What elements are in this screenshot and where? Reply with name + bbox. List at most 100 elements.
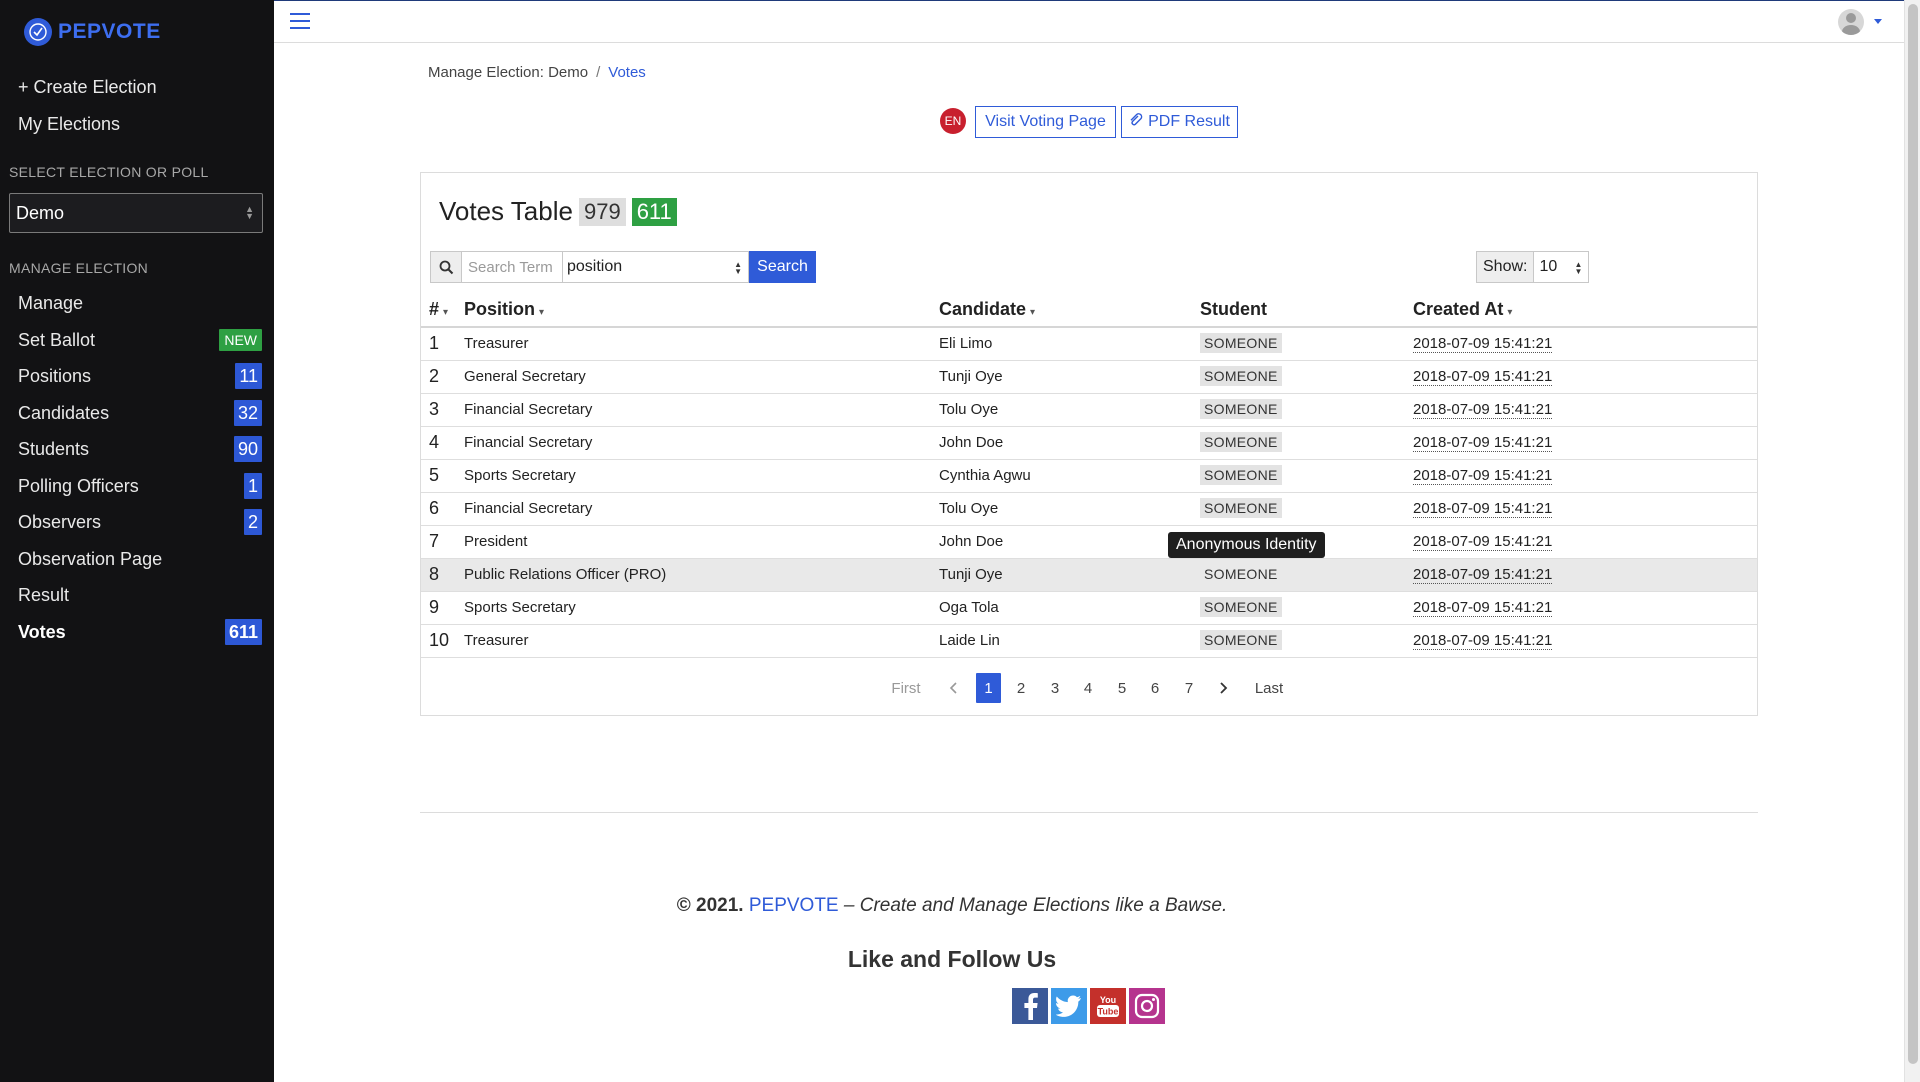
table-row: 9 Sports Secretary Oga Tola SOMEONE 2018…: [421, 591, 1757, 625]
row-created-at[interactable]: 2018-07-09 15:41:21: [1413, 632, 1553, 650]
row-number: 8: [421, 558, 464, 592]
chevron-left-icon[interactable]: [943, 673, 963, 703]
language-switcher[interactable]: EN: [940, 108, 966, 134]
row-created-at[interactable]: 2018-07-09 15:41:21: [1413, 500, 1553, 518]
student-tag[interactable]: SOMEONE: [1200, 630, 1282, 650]
election-select[interactable]: Demo ▲ ▼: [9, 193, 263, 233]
student-tag[interactable]: SOMEONE: [1200, 597, 1282, 617]
pagination-page-6[interactable]: 6: [1145, 673, 1165, 703]
social-links: You Tube: [1012, 988, 1165, 1024]
row-position: President: [464, 525, 939, 559]
table-row: 6 Financial Secretary Tolu Oye SOMEONE 2…: [421, 492, 1757, 526]
pagination-first[interactable]: First: [889, 673, 923, 703]
scrollbar-thumb[interactable]: [1908, 4, 1918, 1064]
sidebar-item-result[interactable]: Result: [0, 577, 274, 613]
pagination-last[interactable]: Last: [1253, 673, 1285, 703]
row-student-cell: SOMEONE: [1200, 624, 1413, 658]
sidebar-item-observers[interactable]: Observers 2: [0, 504, 274, 540]
row-number: 10: [421, 624, 464, 658]
youtube-icon[interactable]: You Tube: [1090, 988, 1126, 1024]
check-circle-icon: [24, 18, 52, 46]
facebook-icon[interactable]: [1012, 988, 1048, 1024]
row-position: Treasurer: [464, 327, 939, 361]
my-elections-link[interactable]: My Elections: [18, 114, 120, 135]
sidebar-item-label: Observers: [18, 511, 102, 532]
svg-text:You: You: [1100, 995, 1116, 1005]
sidebar-item-manage[interactable]: Manage: [0, 285, 274, 321]
instagram-icon[interactable]: [1129, 988, 1165, 1024]
sidebar-item-set-ballot[interactable]: Set Ballot NEW: [0, 322, 274, 358]
column-header-created-at[interactable]: Created At ▾: [1413, 293, 1757, 328]
row-created-cell: 2018-07-09 15:41:21: [1413, 558, 1757, 592]
row-student-cell: SOMEONE: [1200, 492, 1413, 526]
chevron-right-icon[interactable]: [1213, 673, 1233, 703]
column-header-number[interactable]: # ▾: [421, 293, 464, 328]
student-tag[interactable]: SOMEONE: [1200, 465, 1282, 485]
row-created-at[interactable]: 2018-07-09 15:41:21: [1413, 533, 1553, 551]
visit-voting-page-button[interactable]: Visit Voting Page: [975, 106, 1116, 138]
total-count-badge: 979: [578, 197, 626, 226]
student-tag[interactable]: SOMEONE: [1200, 333, 1282, 354]
breadcrumb-parent[interactable]: Manage Election: Demo: [428, 64, 588, 81]
column-header-candidate[interactable]: Candidate ▾: [939, 293, 1200, 328]
search-button[interactable]: Search: [749, 251, 816, 283]
row-created-at[interactable]: 2018-07-09 15:41:21: [1413, 401, 1553, 419]
search-icon: [430, 251, 462, 283]
pagination-page-1[interactable]: 1: [976, 673, 1001, 703]
row-created-cell: 2018-07-09 15:41:21: [1413, 327, 1757, 361]
row-created-at[interactable]: 2018-07-09 15:41:21: [1413, 566, 1553, 584]
footer-divider: [420, 812, 1758, 813]
create-election-link[interactable]: + Create Election: [18, 77, 157, 98]
pdf-result-button[interactable]: PDF Result: [1121, 106, 1238, 138]
search-bar: position ▲▼ Search: [430, 251, 816, 283]
table-row: 8 Public Relations Officer (PRO) Tunji O…: [421, 558, 1757, 592]
page-size-select[interactable]: 10 ▲ ▼: [1534, 251, 1590, 283]
page-scrollbar[interactable]: [1904, 0, 1920, 1082]
row-candidate: Laide Lin: [939, 624, 1200, 658]
sidebar-item-students[interactable]: Students 90: [0, 431, 274, 467]
count-badge: 11: [235, 363, 262, 389]
row-created-at[interactable]: 2018-07-09 15:41:21: [1413, 467, 1553, 485]
pagination-page-3[interactable]: 3: [1045, 673, 1065, 703]
student-tag[interactable]: SOMEONE: [1200, 399, 1282, 419]
row-position: Sports Secretary: [464, 459, 939, 493]
column-header-position[interactable]: Position ▾: [464, 293, 939, 328]
student-tag[interactable]: SOMEONE: [1200, 432, 1282, 452]
sidebar-item-candidates[interactable]: Candidates 32: [0, 395, 274, 431]
search-field-select[interactable]: position ▲ ▼: [563, 251, 749, 283]
chevron-down-icon[interactable]: [1874, 19, 1882, 24]
pagination-page-2[interactable]: 2: [1011, 673, 1031, 703]
search-input[interactable]: [462, 251, 563, 283]
pdf-result-label: PDF Result: [1148, 113, 1230, 130]
sidebar-item-votes[interactable]: Votes 611: [0, 614, 274, 650]
sidebar-item-positions[interactable]: Positions 11: [0, 358, 274, 394]
row-candidate: Eli Limo: [939, 327, 1200, 361]
select-election-heading: SELECT ELECTION OR POLL: [9, 164, 209, 180]
student-tag[interactable]: SOMEONE: [1200, 498, 1282, 518]
brand-logo[interactable]: PEPVOTE: [24, 18, 161, 46]
sidebar-item-polling-officers[interactable]: Polling Officers 1: [0, 468, 274, 504]
student-tag[interactable]: SOMEONE: [1200, 366, 1282, 386]
row-created-at[interactable]: 2018-07-09 15:41:21: [1413, 368, 1553, 386]
row-student-cell: SOMEONE: [1200, 459, 1413, 493]
top-navbar: [274, 0, 1904, 43]
row-number: 7: [421, 525, 464, 559]
pagination-page-5[interactable]: 5: [1112, 673, 1132, 703]
row-created-at[interactable]: 2018-07-09 15:41:21: [1413, 434, 1553, 452]
count-badge: 611: [224, 619, 262, 645]
twitter-icon[interactable]: [1051, 988, 1087, 1024]
row-created-at[interactable]: 2018-07-09 15:41:21: [1413, 599, 1553, 617]
row-created-cell: 2018-07-09 15:41:21: [1413, 492, 1757, 526]
menu-toggle-icon[interactable]: [290, 13, 310, 29]
sidebar-item-observation-page[interactable]: Observation Page: [0, 541, 274, 577]
pagination-page-4[interactable]: 4: [1078, 673, 1098, 703]
user-avatar[interactable]: [1838, 9, 1864, 35]
breadcrumb-current[interactable]: Votes: [608, 64, 646, 81]
footer-brand-link[interactable]: PEPVOTE: [749, 895, 839, 916]
row-created-at[interactable]: 2018-07-09 15:41:21: [1413, 335, 1553, 354]
student-tag[interactable]: SOMEONE: [1200, 564, 1282, 584]
row-candidate: Tunji Oye: [939, 558, 1200, 592]
sidebar-item-label: Candidates: [18, 402, 110, 423]
pagination-page-7[interactable]: 7: [1179, 673, 1199, 703]
select-arrows-icon: ▲ ▼: [1574, 260, 1583, 276]
